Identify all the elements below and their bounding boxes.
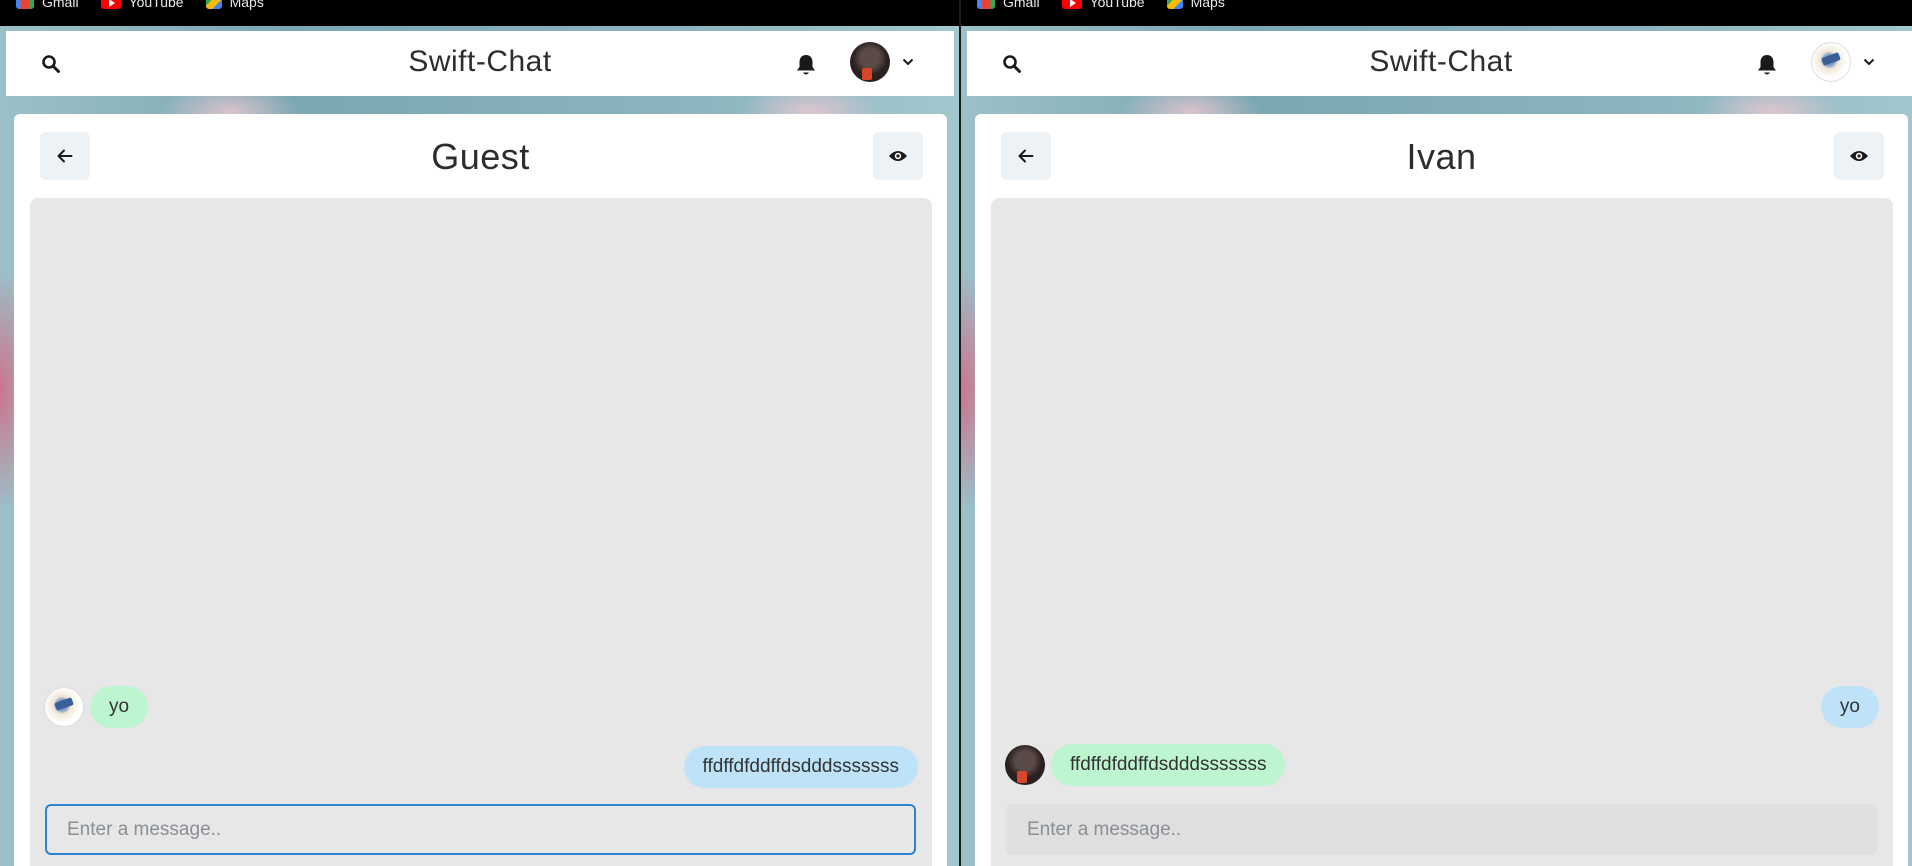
back-button[interactable] xyxy=(40,132,90,180)
sender-avatar xyxy=(1005,745,1045,785)
view-profile-button[interactable] xyxy=(873,132,923,180)
search-button[interactable] xyxy=(999,51,1025,77)
bookmark-label: Maps xyxy=(1190,0,1225,10)
chevron-down-icon xyxy=(1863,58,1875,66)
notifications-button[interactable] xyxy=(793,51,819,79)
message-row-incoming: yo xyxy=(44,686,149,728)
bookmark-label: Maps xyxy=(229,0,264,10)
back-button[interactable] xyxy=(1001,132,1051,180)
gmail-icon xyxy=(977,0,995,9)
search-button[interactable] xyxy=(38,51,64,77)
bookmarks-bar: Gmail YouTube Maps xyxy=(961,0,1912,26)
youtube-icon xyxy=(1061,0,1082,9)
eye-icon xyxy=(889,151,907,161)
bookmark-label: YouTube xyxy=(128,0,184,10)
chat-panel: Ivan yo ffdffdfddffdsdddsssssss xyxy=(975,114,1908,866)
youtube-icon xyxy=(100,0,121,9)
view-profile-button[interactable] xyxy=(1834,132,1884,180)
gmail-icon xyxy=(16,0,34,9)
bookmark-youtube[interactable]: YouTube xyxy=(100,0,184,10)
message-row-incoming: ffdffdfddffdsdddsssssss xyxy=(1005,744,1286,786)
chevron-down-icon xyxy=(902,58,914,66)
bookmark-youtube[interactable]: YouTube xyxy=(1061,0,1145,10)
user-avatar xyxy=(1811,42,1851,82)
search-icon xyxy=(1003,55,1021,73)
app-header: Swift-Chat xyxy=(6,31,954,96)
profile-menu-button[interactable] xyxy=(850,42,914,82)
chat-title: Ivan xyxy=(1406,136,1477,177)
message-row-outgoing: yo xyxy=(1820,686,1879,728)
maps-icon xyxy=(205,0,222,9)
bookmark-maps[interactable]: Maps xyxy=(205,0,264,10)
profile-menu-button[interactable] xyxy=(1811,42,1875,82)
user-avatar xyxy=(850,42,890,82)
app-header: Swift-Chat xyxy=(967,31,1912,96)
message-list: yo ffdffdfddffdsdddsssssss xyxy=(991,198,1893,866)
search-icon xyxy=(42,55,60,73)
chat-title: Guest xyxy=(431,136,530,177)
message-row-outgoing: ffdffdfddffdsdddsssssss xyxy=(683,746,918,788)
message-bubble: ffdffdfddffdsdddsssssss xyxy=(683,746,918,788)
eye-icon xyxy=(1850,151,1868,161)
message-bubble: yo xyxy=(90,686,149,728)
bookmark-maps[interactable]: Maps xyxy=(1166,0,1225,10)
bookmarks-bar: Gmail YouTube Maps xyxy=(0,0,959,26)
maps-icon xyxy=(1166,0,1183,9)
browser-window-right: Gmail YouTube Maps Swift-Chat Ivan yo ff… xyxy=(961,0,1912,866)
bell-icon xyxy=(797,55,815,75)
sender-avatar xyxy=(44,687,84,727)
bell-icon xyxy=(1758,55,1776,75)
bookmark-gmail[interactable]: Gmail xyxy=(16,0,79,10)
message-bubble: yo xyxy=(1820,686,1879,728)
bookmark-label: YouTube xyxy=(1089,0,1145,10)
message-input[interactable] xyxy=(1006,804,1877,855)
bookmark-label: Gmail xyxy=(1003,0,1040,10)
arrow-left-icon xyxy=(57,149,73,163)
message-bubble: ffdffdfddffdsdddsssssss xyxy=(1051,744,1286,786)
message-input[interactable] xyxy=(45,804,916,855)
bookmark-label: Gmail xyxy=(42,0,79,10)
browser-window-left: Gmail YouTube Maps Swift-Chat Guest yo f… xyxy=(0,0,959,866)
notifications-button[interactable] xyxy=(1754,51,1780,79)
arrow-left-icon xyxy=(1018,149,1034,163)
chat-panel: Guest yo ffdffdfddffdsdddsssssss xyxy=(14,114,947,866)
message-list: yo ffdffdfddffdsdddsssssss xyxy=(30,198,932,866)
bookmark-gmail[interactable]: Gmail xyxy=(977,0,1040,10)
